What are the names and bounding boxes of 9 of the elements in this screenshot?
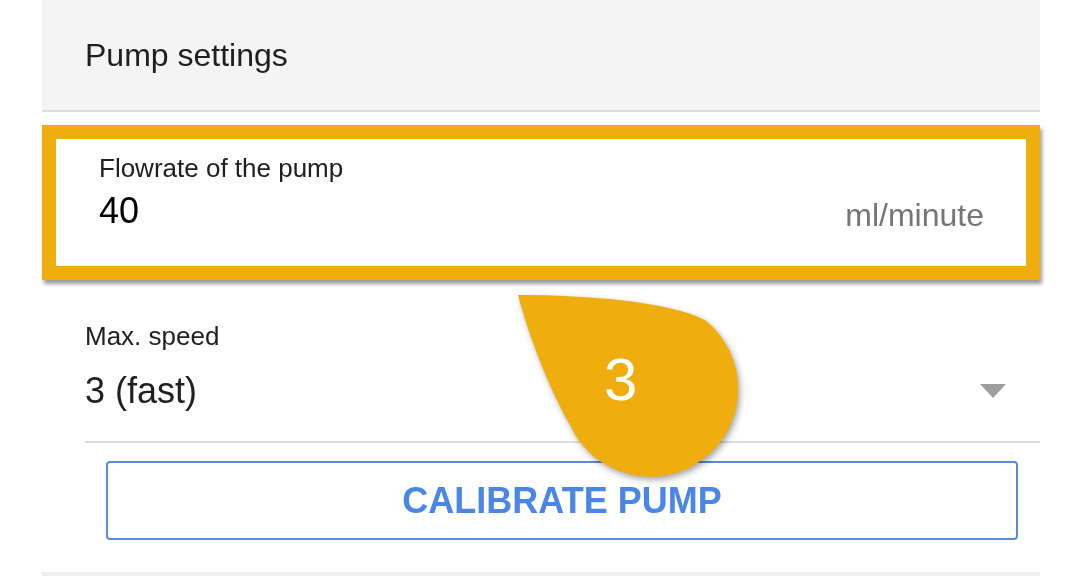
field-label: Flowrate of the pump xyxy=(99,153,345,183)
section-title: Pump settings xyxy=(85,36,288,75)
calibrate-button[interactable]: CALIBRATE PUMP xyxy=(106,461,1018,540)
speed-dropdown-value[interactable]: 3 (fast) xyxy=(85,369,198,413)
dropdown-caret-icon xyxy=(980,384,1006,398)
unit-label: ml/minute xyxy=(845,196,984,235)
field-label: Max. speed xyxy=(85,321,221,351)
input-field[interactable]: 40 xyxy=(99,189,399,233)
callout-number: 3 xyxy=(604,348,638,412)
